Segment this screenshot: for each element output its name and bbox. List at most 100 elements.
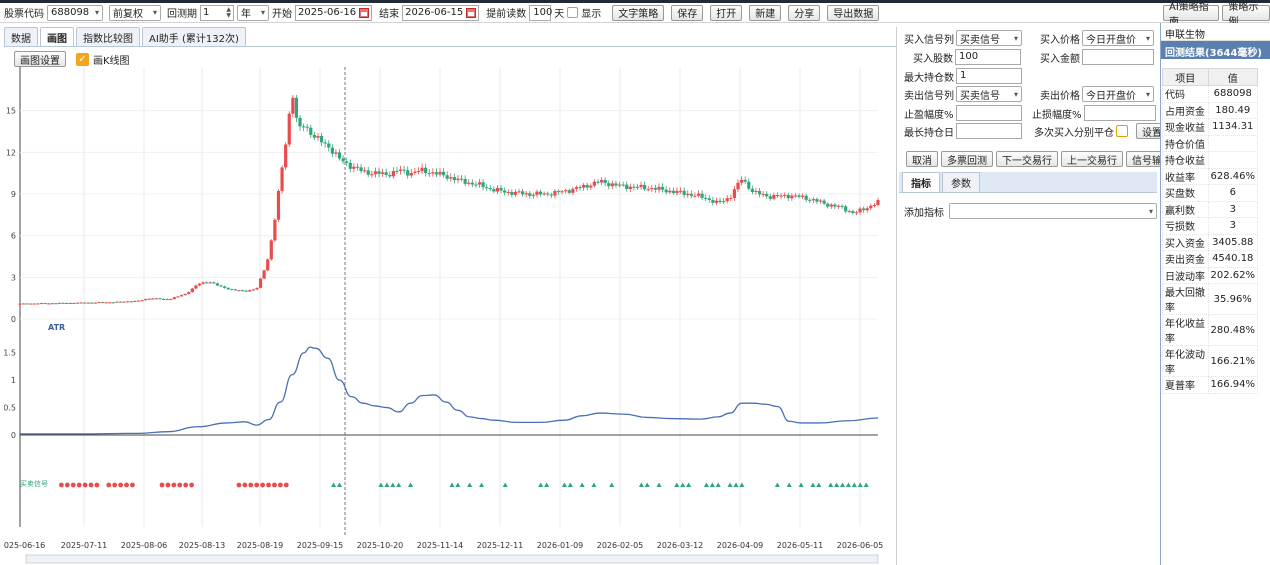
candle-body <box>75 302 80 304</box>
add-indicator-select[interactable]: ▾ <box>949 203 1157 219</box>
buy-signal-marker <box>106 482 112 488</box>
candle-body <box>556 190 561 192</box>
sell-signal-marker <box>609 482 615 487</box>
buy-signal-marker <box>124 482 129 488</box>
candle-body <box>617 184 622 186</box>
candle-body <box>822 200 826 204</box>
buy-shares-label: 买入股数 <box>913 53 953 65</box>
candle-body <box>456 178 460 181</box>
candle-body <box>179 295 184 297</box>
tab-params[interactable]: 参数 <box>942 172 980 192</box>
sell-signal-marker <box>786 482 792 487</box>
atr-tick-label: 0.5 <box>4 404 16 413</box>
candle-body <box>363 170 367 172</box>
calendar-icon[interactable] <box>466 7 477 18</box>
candle-body <box>100 302 105 304</box>
export-data-button[interactable]: 导出数据 <box>827 4 880 21</box>
buy-signal-marker <box>82 482 88 488</box>
candle-body <box>531 194 535 196</box>
candle-body <box>650 188 654 190</box>
chart-settings-button[interactable]: 画图设置 <box>14 51 66 67</box>
buy-amount-input[interactable] <box>1082 49 1154 65</box>
candle-body <box>377 171 381 174</box>
range-scrollbar[interactable] <box>25 554 879 564</box>
tab-indicators[interactable]: 指标 <box>902 172 940 192</box>
sell-signal-marker <box>561 482 567 487</box>
checkmark-icon[interactable]: ✓ <box>76 52 89 66</box>
candle-body <box>190 288 194 293</box>
next-trade-button[interactable]: 下一交易行 <box>996 151 1058 167</box>
multi-stock-backtest-button[interactable]: 多票回测 <box>941 151 993 167</box>
sell-price-select[interactable]: 今日开盘价 ▾ <box>1082 86 1154 102</box>
period-stepper[interactable]: 1 ▲ ▼ <box>200 4 234 21</box>
end-date-field[interactable]: 2026-06-15 <box>402 4 480 21</box>
sell-signal-select[interactable]: 买卖信号 ▾ <box>956 86 1022 102</box>
prev-trade-button[interactable]: 上一交易行 <box>1061 151 1123 167</box>
buy-signal-select[interactable]: 买卖信号 ▾ <box>956 30 1022 46</box>
tab-data[interactable]: 数据 <box>4 27 38 46</box>
candle-body <box>208 282 212 284</box>
buy-signal-marker <box>183 482 189 488</box>
save-button[interactable]: 保存 <box>671 4 704 21</box>
kline-toggle[interactable]: ✓ 画K线图 <box>76 52 130 67</box>
candle-body <box>517 191 521 193</box>
buy-signal-marker <box>260 482 266 488</box>
stock-name: 申联生物 <box>1161 23 1270 41</box>
candle-body <box>319 136 324 143</box>
x-tick-label: 2026-02-05 <box>597 541 644 550</box>
buy-price-select[interactable]: 今日开盘价 ▾ <box>1082 30 1154 46</box>
result-value: 4540.18 <box>1207 250 1258 268</box>
open-button[interactable]: 打开 <box>710 4 743 21</box>
candle-body <box>47 303 51 305</box>
candle-body <box>621 184 625 186</box>
multi-buy-checkbox[interactable] <box>1116 125 1128 137</box>
table-row: 亏损数 3 <box>1162 217 1258 235</box>
candle-body <box>233 289 237 291</box>
sell-signal-marker <box>644 482 650 487</box>
col-item: 项目 <box>1162 68 1209 86</box>
share-button[interactable]: 分享 <box>788 4 821 21</box>
add-indicator-row: 添加指标 ▾ <box>904 203 1157 219</box>
candle-body <box>215 283 220 286</box>
strategy-examples-button[interactable]: 策略示例 <box>1222 2 1270 28</box>
show-checkbox[interactable] <box>567 7 579 18</box>
new-button[interactable]: 新建 <box>749 4 782 21</box>
max-days-input[interactable] <box>956 123 1022 139</box>
candle-body <box>240 290 245 292</box>
max-hold-input[interactable]: 1 <box>956 68 1022 84</box>
sell-signal-marker <box>579 482 585 487</box>
candle-body <box>661 186 665 190</box>
buy-shares-input[interactable]: 100 <box>955 49 1021 65</box>
calendar-icon[interactable] <box>359 7 370 18</box>
buy-signal-value: 买卖信号 <box>960 34 1000 46</box>
stock-code-value: 688098 <box>51 7 90 18</box>
tab-draw[interactable]: 画图 <box>40 27 74 46</box>
table-row: 夏普率 166.94% <box>1162 376 1258 394</box>
cancel-button[interactable]: 取消 <box>906 151 938 167</box>
start-date-field[interactable]: 2025-06-16 <box>295 4 373 21</box>
text-strategy-button[interactable]: 文字策略 <box>612 4 665 21</box>
preload-input[interactable]: 100 <box>529 4 552 21</box>
result-value: 166.21% <box>1207 345 1258 377</box>
stepper-arrows-icon[interactable]: ▲ ▼ <box>226 6 231 19</box>
tab-ai-assistant[interactable]: AI助手 (累计132次) <box>142 27 246 46</box>
candle-body <box>50 303 54 305</box>
tab-index-compare[interactable]: 指数比较图 <box>76 27 140 46</box>
ai-strategy-guide-button[interactable]: AI策略指南 <box>1163 2 1220 28</box>
take-profit-input[interactable] <box>955 105 1022 121</box>
chart-canvas[interactable]: 0 3 6 9 12 15 ATR 0 0.5 1 1.5 买卖信号 2025-06-16 2025-07… <box>4 67 897 565</box>
period-unit-select[interactable]: 年 ▾ <box>237 4 269 21</box>
show-label: 显示 <box>581 9 602 20</box>
candle-body <box>811 199 815 201</box>
stop-loss-input[interactable] <box>1083 105 1156 121</box>
adjust-select[interactable]: 前复权 ▾ <box>109 4 161 21</box>
stock-code-select[interactable]: 688098 ▾ <box>47 4 103 21</box>
candle-body <box>682 190 686 195</box>
candle-body <box>223 286 227 288</box>
candle-body <box>237 290 241 292</box>
x-tick-label: 2025-07-11 <box>61 541 108 550</box>
x-tick-label: 2025-08-06 <box>121 541 168 550</box>
candle-body <box>72 302 76 304</box>
buy-signal-marker <box>76 482 82 488</box>
candle-body <box>747 181 751 189</box>
